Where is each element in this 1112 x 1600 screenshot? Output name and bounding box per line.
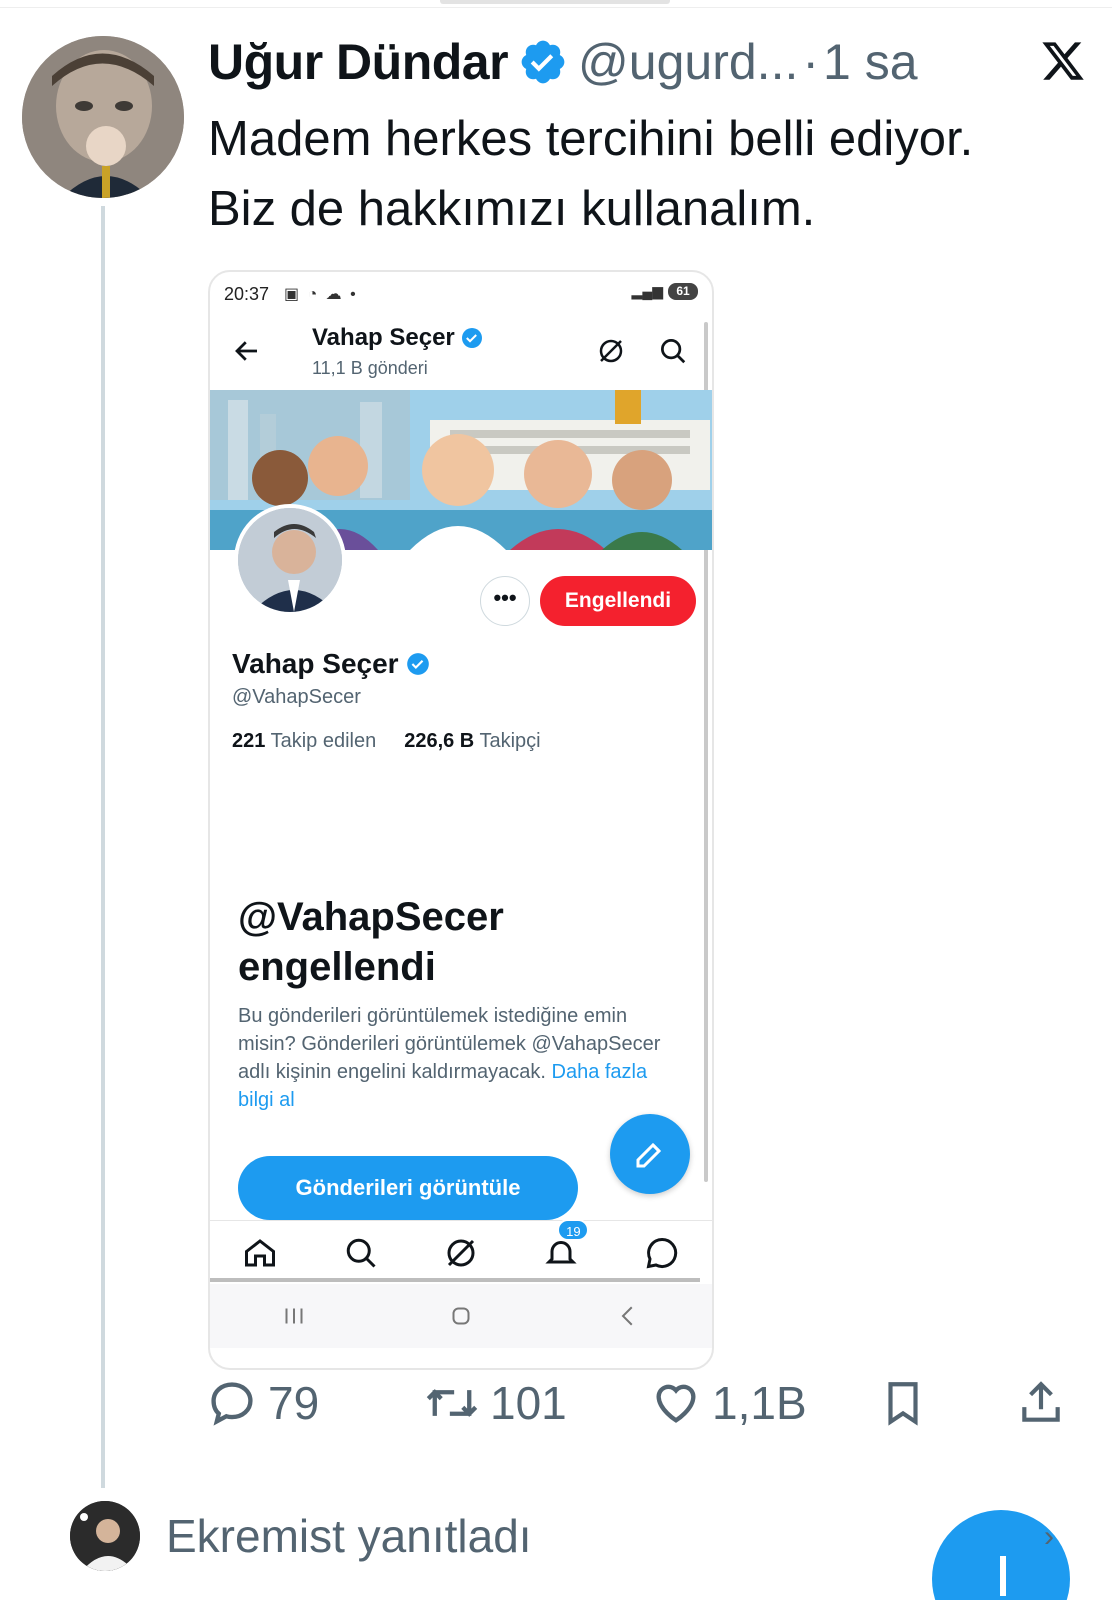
bookmark-icon (888, 1382, 918, 1426)
profile-title: Vahap Seçer (312, 324, 484, 352)
tweet-actions: 79 101 1,1B (206, 1368, 1086, 1438)
display-name-text: Vahap Seçer (232, 648, 399, 679)
verified-badge-icon (518, 37, 568, 87)
plus-icon (1000, 1556, 1006, 1596)
repost-count: 101 (490, 1377, 567, 1429)
status-time: 20:37 (224, 284, 270, 304)
compose-icon (636, 1142, 662, 1168)
recent-apps-icon[interactable] (279, 1301, 309, 1331)
profile-display-name: Vahap Seçer (232, 648, 431, 680)
follow-stats: 221 Takip edilen 226,6 B Takipçi (232, 730, 541, 753)
blocked-description: Bu gönderileri görüntülemek istediğine e… (238, 1002, 678, 1114)
search-icon[interactable] (658, 336, 688, 366)
share-icon (1022, 1381, 1060, 1422)
reply-icon (211, 1382, 253, 1426)
followers-stat[interactable]: 226,6 B Takipçi (404, 730, 540, 753)
battery-icon: 61 (668, 283, 698, 300)
signal-icon: ▂▄▆ (631, 283, 663, 299)
tweet-text-line: Madem herkes tercihini belli ediyor. (208, 112, 974, 166)
notifications-tab[interactable]: 19 (543, 1218, 590, 1271)
like-count: 1,1B (712, 1377, 807, 1429)
reply-indicator[interactable]: Ekremist yanıtladı (70, 1500, 532, 1572)
grok-icon[interactable] (596, 336, 626, 366)
followers-label: Takipçi (479, 730, 541, 752)
more-options-button[interactable]: ••• (480, 576, 530, 626)
home-indicator (210, 1278, 700, 1282)
repost-icon (426, 1389, 478, 1417)
tweet-header: Uğur Dündar @ugurd... · 1 sa (208, 30, 918, 94)
blocked-heading-line: engellendi (238, 945, 436, 989)
separator-dot: · (802, 34, 820, 90)
tweet-text: Madem herkes tercihini belli ediyor. Biz… (208, 104, 1088, 244)
like-button[interactable]: 1,1B (650, 1368, 807, 1438)
verified-badge-icon (406, 653, 429, 675)
blocked-heading: @VahapSecer engellendi (238, 892, 678, 992)
compose-button[interactable] (610, 1114, 690, 1194)
profile-title-text: Vahap Seçer (312, 324, 455, 351)
author-handle[interactable]: @ugurd... (578, 33, 798, 91)
search-icon[interactable] (343, 1235, 379, 1271)
following-count: 221 (232, 730, 266, 752)
tweet-time[interactable]: 1 sa (823, 33, 918, 91)
status-right: ▂▄▆ 61 (632, 283, 698, 300)
reply-indicator-text: Ekremist yanıtladı (166, 1510, 532, 1562)
bottom-tab-bar: 19 (210, 1218, 712, 1284)
reply-count: 79 (268, 1377, 320, 1429)
posts-count: 11,1 B gönderi (312, 358, 428, 378)
thread-line (101, 206, 105, 1488)
blocked-button[interactable]: Engellendi (540, 576, 696, 626)
repost-button[interactable]: 101 (424, 1368, 567, 1438)
attached-screenshot[interactable]: 20:37 ▣ ◔ ☁ • ▂▄▆ 61 Vahap Seçer 11,1 B … (208, 270, 714, 1370)
author-name[interactable]: Uğur Dündar (208, 33, 509, 91)
sheet-grabber (440, 0, 670, 4)
verified-badge-icon (461, 328, 482, 348)
tweet-text-line: Biz de hakkımızı kullanalım. (208, 182, 816, 236)
x-logo-icon (1040, 38, 1086, 84)
author-avatar[interactable] (22, 36, 184, 198)
profile-avatar[interactable] (234, 504, 346, 616)
home-icon[interactable] (242, 1235, 278, 1271)
blocked-heading-line: @VahapSecer (238, 895, 504, 939)
view-posts-button[interactable]: Gönderileri görüntüle (238, 1156, 578, 1220)
replier-avatar[interactable] (70, 1501, 140, 1571)
back-nav-icon[interactable] (613, 1301, 643, 1331)
notification-badge: 19 (557, 1218, 590, 1241)
android-nav-bar (210, 1284, 712, 1348)
profile-handle: @VahapSecer (232, 686, 361, 708)
following-stat[interactable]: 221 Takip edilen (232, 730, 376, 753)
status-icons: ▣ ◔ ☁ • (284, 286, 358, 303)
reply-button[interactable]: 79 (206, 1368, 319, 1438)
back-arrow-icon[interactable] (232, 336, 262, 366)
share-button[interactable] (1016, 1368, 1066, 1438)
grok-icon[interactable] (443, 1235, 479, 1271)
chevron-right-icon[interactable]: › (1044, 1520, 1054, 1554)
messages-icon[interactable] (644, 1235, 680, 1271)
home-nav-icon[interactable] (446, 1301, 476, 1331)
followers-count: 226,6 B (404, 730, 475, 752)
following-label: Takip edilen (270, 730, 377, 752)
heart-icon (656, 1384, 696, 1423)
divider (0, 7, 1112, 8)
bookmark-button[interactable] (878, 1368, 928, 1438)
